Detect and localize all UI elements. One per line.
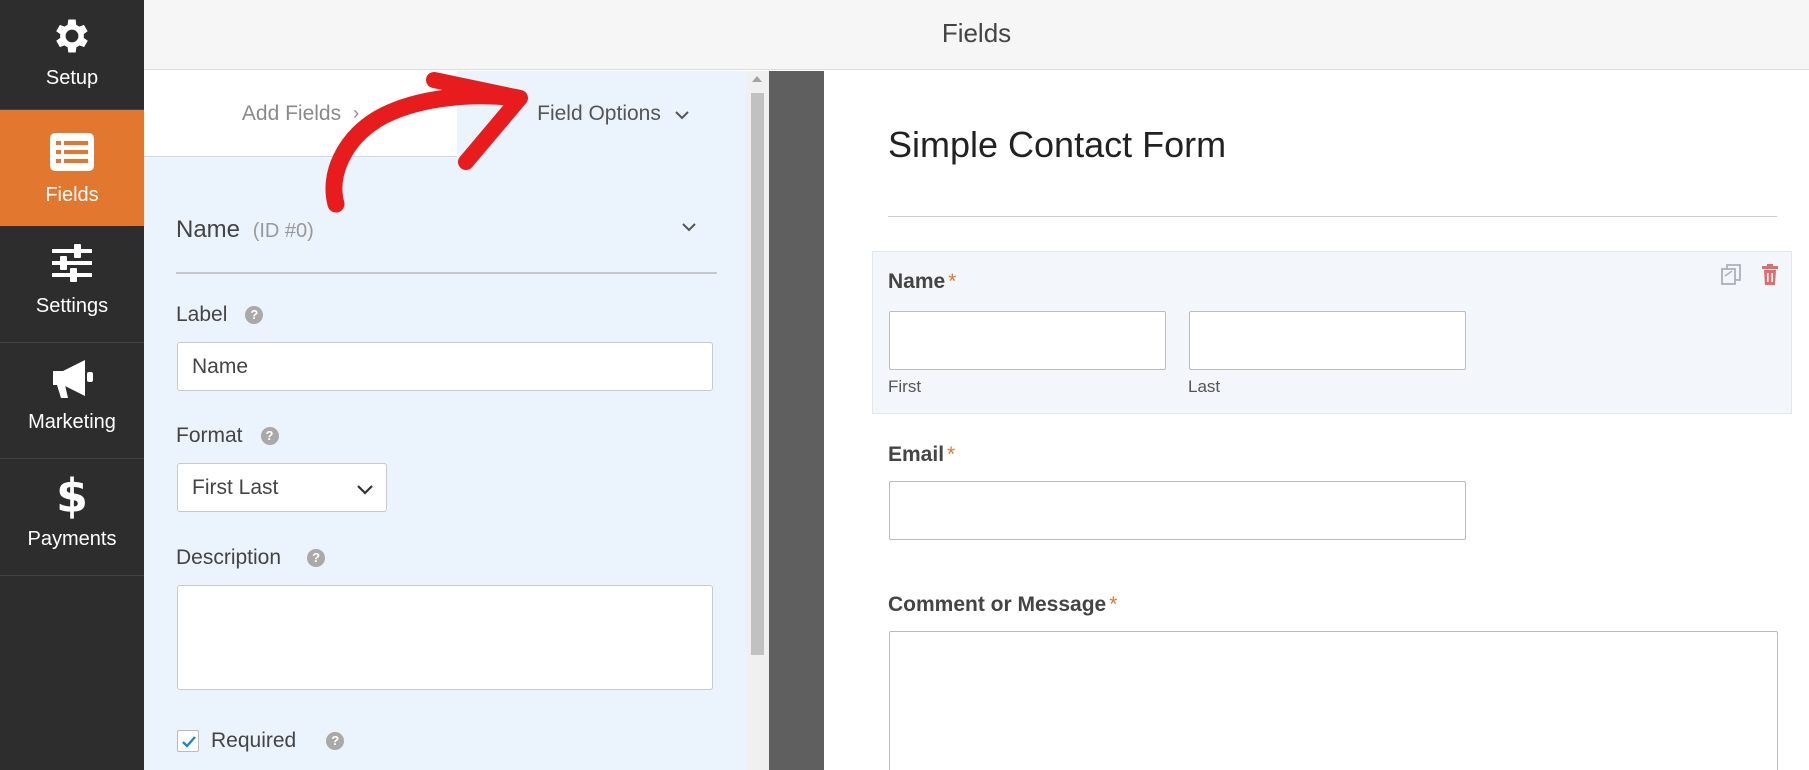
label-option-title: Label? [176, 303, 264, 327]
sidebar-item-label: Fields [45, 184, 99, 206]
title-divider [888, 216, 1777, 217]
sidebar-item-label: Payments [27, 528, 117, 550]
sidebar-item-label: Settings [35, 295, 109, 317]
field-header[interactable]: Name (ID #0) [176, 216, 717, 274]
field-label: Name * [888, 270, 956, 294]
sidebar-item-marketing[interactable]: Marketing [0, 343, 144, 459]
format-selected-value: First Last [192, 475, 279, 499]
megaphone-icon [0, 357, 144, 401]
required-label: Required [211, 729, 297, 752]
gear-icon [0, 14, 144, 58]
sidebar-item-settings[interactable]: Settings [0, 227, 144, 343]
first-name-input[interactable] [889, 311, 1166, 370]
description-option-title: Description? [176, 546, 326, 570]
help-icon[interactable]: ? [326, 732, 345, 750]
tab-label: Add Fields [241, 101, 342, 125]
description-title-text: Description [176, 546, 282, 569]
tab-add-fields[interactable]: Add Fields › [144, 71, 457, 157]
sidebar-item-label: Setup [45, 67, 99, 89]
sidebar-item-label: Marketing [28, 411, 116, 433]
scroll-up-icon[interactable] [752, 76, 762, 82]
comment-label: Comment or Message [888, 593, 1107, 616]
scrollbar-thumb[interactable] [751, 93, 764, 655]
chevron-down-icon [356, 477, 374, 501]
trash-icon[interactable] [1757, 262, 1783, 288]
sliders-icon [0, 241, 144, 285]
help-icon[interactable]: ? [307, 549, 326, 567]
last-name-input[interactable] [1189, 311, 1466, 370]
required-star: * [947, 443, 956, 466]
field-name: Name [176, 216, 241, 243]
email-label: Email [888, 443, 945, 466]
name-label: Name [888, 270, 946, 293]
form-title: Simple Contact Form [888, 124, 1227, 165]
format-select[interactable]: First Last [177, 463, 387, 512]
required-star: * [1109, 593, 1118, 616]
label-title-text: Label [176, 303, 228, 326]
description-textarea[interactable] [177, 585, 713, 690]
top-bar: Fields [144, 0, 1809, 70]
chevron-right-icon: › [353, 103, 360, 123]
chevron-down-icon [675, 104, 689, 125]
first-sublabel: First [888, 377, 922, 396]
tab-field-options[interactable]: Field Options [457, 71, 769, 157]
panel-scrollbar[interactable] [746, 71, 769, 770]
dollar-icon: $ [55, 469, 88, 523]
required-option: Required? [177, 729, 345, 753]
help-icon[interactable]: ? [245, 306, 264, 324]
label-input[interactable] [177, 342, 713, 391]
form-preview: Simple Contact Form Name * First Last Ema… [824, 71, 1809, 770]
required-checkbox[interactable] [177, 730, 199, 752]
sidebar-item-payments[interactable]: $ Payments [0, 460, 144, 576]
tab-label: Field Options [537, 102, 661, 125]
duplicate-icon[interactable] [1719, 262, 1745, 288]
sidebar-item-setup[interactable]: Setup [0, 0, 144, 110]
field-id: (ID #0) [252, 220, 314, 242]
last-sublabel: Last [1188, 377, 1221, 396]
chevron-down-icon[interactable] [681, 220, 705, 244]
required-star: * [948, 270, 957, 293]
email-input[interactable] [889, 481, 1466, 540]
name-field-block[interactable]: Name * First Last [872, 251, 1792, 414]
sidebar-nav: Setup Fields Settings Marketing $ Paymen… [0, 0, 144, 770]
panel-divider [769, 71, 824, 770]
field-label: Email * [888, 443, 955, 467]
help-icon[interactable]: ? [260, 427, 279, 445]
field-label: Comment or Message * [888, 593, 1117, 617]
page-title: Fields [941, 18, 1012, 48]
check-icon [182, 736, 196, 748]
list-icon [0, 130, 144, 174]
format-title-text: Format [176, 424, 243, 447]
format-option-title: Format? [176, 424, 279, 448]
comment-textarea[interactable] [889, 631, 1778, 770]
sidebar-item-fields[interactable]: Fields [0, 110, 144, 226]
